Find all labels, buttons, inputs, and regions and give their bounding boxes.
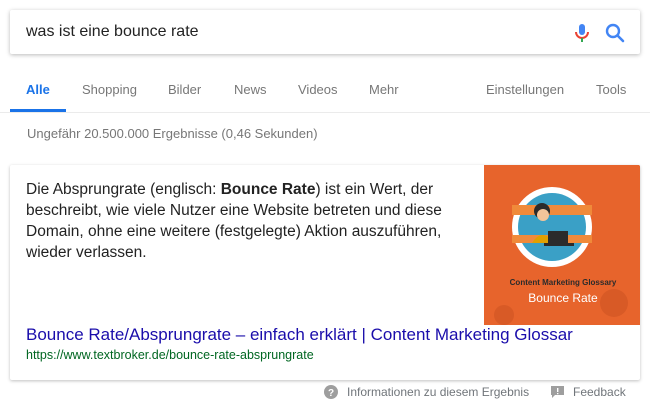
tab-mehr[interactable]: Mehr [369, 82, 399, 97]
snippet-text-start: Die Absprungrate (englisch: [26, 181, 221, 198]
tab-news[interactable]: News [234, 82, 267, 97]
snippet-text: Die Absprungrate (englisch: Bounce Rate)… [26, 179, 456, 263]
thumbnail-caption-large: Bounce Rate [528, 291, 598, 305]
tab-bilder[interactable]: Bilder [168, 82, 201, 97]
tab-shopping[interactable]: Shopping [82, 82, 137, 97]
tab-tools[interactable]: Tools [596, 82, 626, 97]
search-tabs: Alle Shopping Bilder News Videos Mehr Ei… [0, 76, 650, 112]
result-url-link[interactable]: https://www.textbroker.de/bounce-rate-ab… [26, 348, 314, 362]
tabs-divider [0, 112, 650, 113]
tab-alle[interactable]: Alle [26, 82, 50, 97]
feedback-icon[interactable] [551, 386, 564, 398]
thumbnail-caption-small: Content Marketing Glossary [510, 278, 617, 287]
search-icon[interactable] [603, 21, 627, 45]
featured-snippet-card: Die Absprungrate (englisch: Bounce Rate)… [10, 165, 640, 380]
search-input[interactable] [26, 20, 546, 44]
microphone-icon[interactable] [570, 21, 594, 45]
snippet-highlight: Bounce Rate [220, 181, 316, 198]
svg-text:?: ? [328, 388, 334, 399]
snippet-thumbnail[interactable]: Content Marketing Glossary Bounce Rate [484, 165, 640, 325]
result-info-link[interactable]: Informationen zu diesem Ergebnis [347, 385, 529, 399]
result-stats: Ungefähr 20.500.000 Ergebnisse (0,46 Sek… [27, 126, 318, 141]
tab-einstellungen[interactable]: Einstellungen [486, 82, 564, 97]
snippet-footer: ? Informationen zu diesem Ergebnis Feedb… [0, 383, 650, 403]
help-icon[interactable]: ? [324, 385, 338, 399]
search-bar [10, 10, 640, 54]
feedback-link[interactable]: Feedback [573, 385, 626, 399]
result-title-link[interactable]: Bounce Rate/Absprungrate – einfach erklä… [26, 325, 573, 345]
tab-videos[interactable]: Videos [298, 82, 338, 97]
